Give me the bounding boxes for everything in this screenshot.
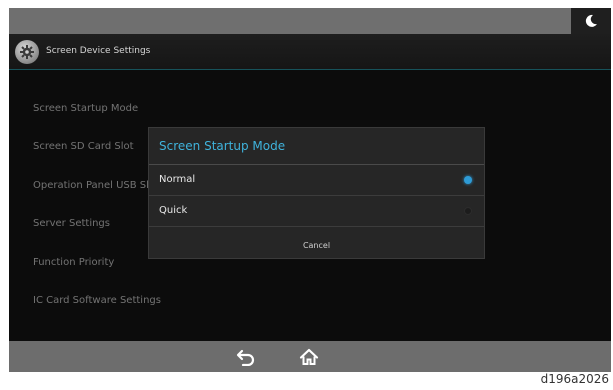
option-quick[interactable]: Quick xyxy=(149,196,484,226)
startup-mode-dialog: Screen Startup Mode Normal Quick Cancel xyxy=(148,127,485,259)
radio-selected-icon[interactable] xyxy=(464,176,472,184)
moon-icon xyxy=(585,14,597,27)
title-bar: Screen Device Settings xyxy=(9,34,611,70)
page-title: Screen Device Settings xyxy=(46,46,151,56)
cancel-button[interactable]: Cancel xyxy=(149,234,484,258)
dialog-title: Screen Startup Mode xyxy=(159,139,286,153)
option-separator xyxy=(149,226,484,227)
back-arrow-icon xyxy=(236,349,255,366)
figure-caption: d196a2026 xyxy=(540,372,609,386)
page-top-band xyxy=(0,0,613,8)
option-normal[interactable]: Normal xyxy=(149,165,484,195)
navigation-bar xyxy=(9,341,611,372)
gear-icon xyxy=(15,40,39,64)
option-normal-label: Normal xyxy=(159,174,196,185)
back-button[interactable] xyxy=(232,344,260,370)
radio-unselected-icon[interactable] xyxy=(464,207,472,215)
home-button[interactable] xyxy=(295,344,323,370)
status-bar xyxy=(9,8,611,34)
device-screen: Screen Device Settings Screen Startup Mo… xyxy=(9,8,611,372)
home-icon xyxy=(299,348,319,365)
option-quick-label: Quick xyxy=(159,205,188,216)
energy-saver-button[interactable] xyxy=(571,8,611,34)
